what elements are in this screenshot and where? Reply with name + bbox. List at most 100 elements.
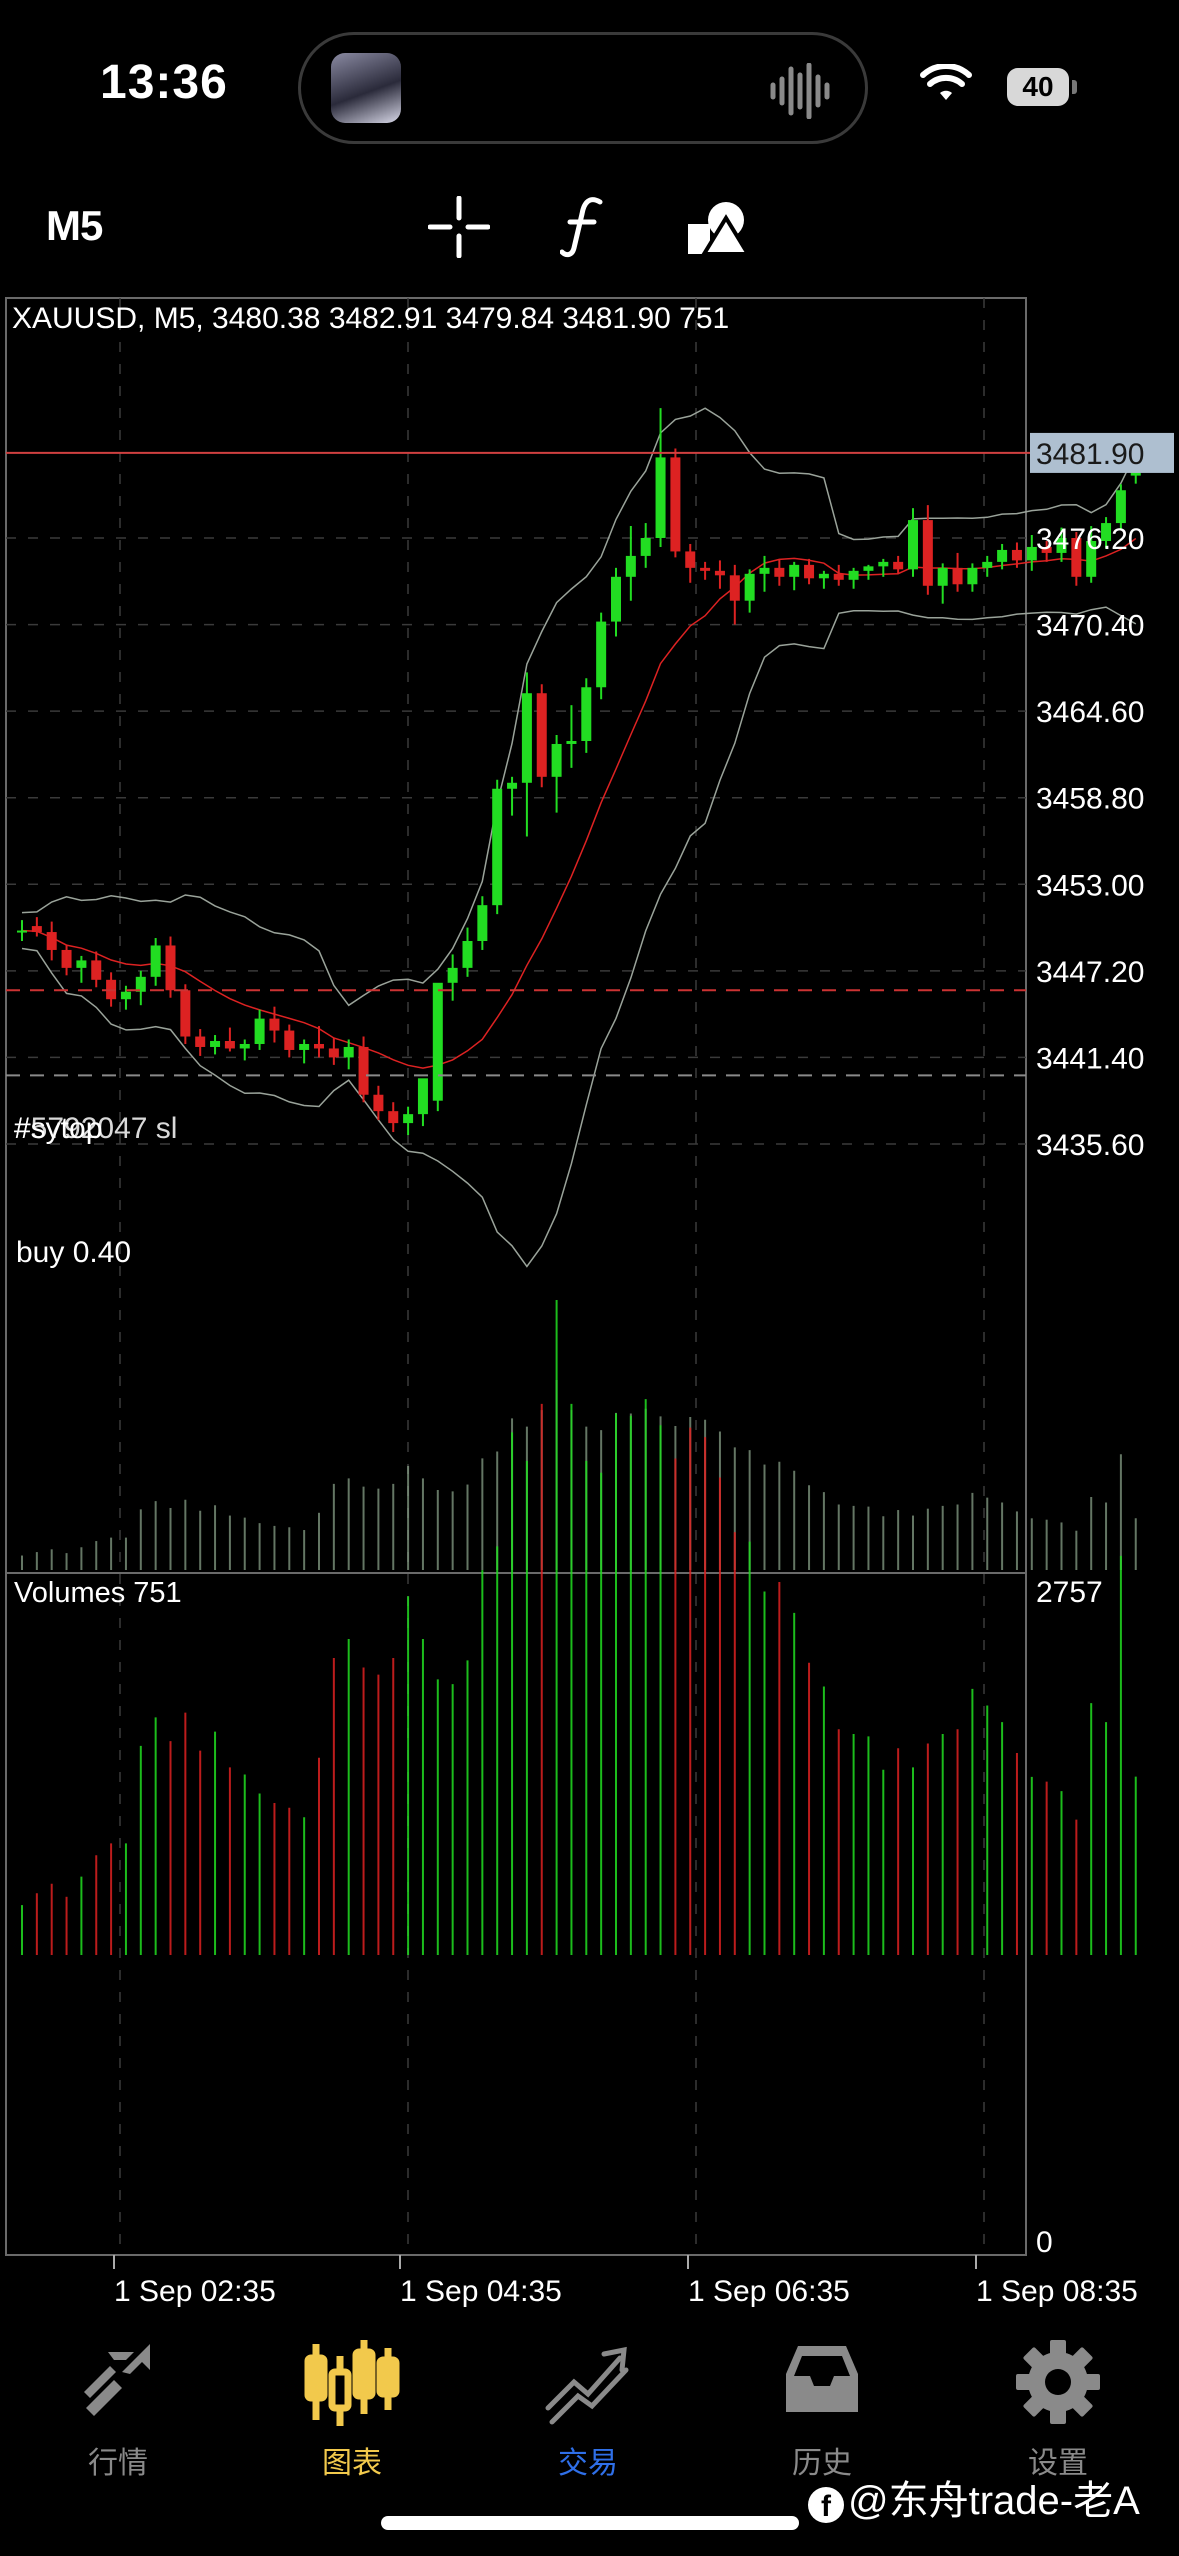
- candle: [477, 896, 488, 950]
- tab-trade[interactable]: 交易: [518, 2330, 658, 2480]
- candle-body: [759, 567, 770, 574]
- candle: [685, 543, 696, 583]
- candle-body: [655, 457, 666, 538]
- candle-body: [997, 549, 1008, 562]
- volume-bars: [21, 1300, 1137, 1955]
- candle: [848, 567, 859, 589]
- timeframe-button[interactable]: M5: [46, 202, 103, 250]
- status-bar: 13:36 40: [0, 0, 1179, 160]
- candle: [269, 1006, 280, 1043]
- candle: [700, 561, 711, 580]
- price-axis-label: 3447.20: [1036, 956, 1144, 989]
- main-chart-frame: [5, 297, 1027, 1574]
- tab-settings[interactable]: 设置: [988, 2330, 1128, 2480]
- candle: [789, 561, 800, 591]
- candle-body: [818, 573, 829, 579]
- candle: [417, 1078, 428, 1127]
- candle: [774, 558, 785, 586]
- candle-body: [982, 561, 993, 568]
- candle: [507, 776, 518, 816]
- candle-body: [299, 1043, 310, 1050]
- price-axis-label: 3435.60: [1036, 1129, 1144, 1162]
- candle-body: [373, 1094, 384, 1112]
- candle: [299, 1039, 310, 1064]
- candle-body: [31, 926, 42, 933]
- candle-body: [269, 1018, 280, 1031]
- candle-body: [833, 573, 844, 580]
- time-axis: 1 Sep 02:35 1 Sep 04:35 1 Sep 06:35 1 Sep 0…: [113, 2255, 1138, 2308]
- candle: [952, 552, 963, 592]
- candle-body: [878, 561, 889, 567]
- price-axis: 3476.20 3470.40 3464.60 3458.80 3453.00 3447.…: [1036, 523, 1144, 1162]
- candle-body: [91, 960, 102, 980]
- candle: [804, 558, 815, 585]
- candle-body: [61, 949, 72, 968]
- candle: [135, 970, 146, 1006]
- candle: [536, 684, 547, 788]
- candle: [254, 1009, 265, 1050]
- candle-body: [670, 457, 681, 552]
- candle-body: [893, 561, 904, 570]
- dynamic-island[interactable]: [298, 32, 868, 144]
- overlay-volume-bars: [21, 1380, 1137, 1570]
- chart-icon: [304, 2340, 400, 2426]
- candle: [640, 523, 651, 568]
- tab-quotes[interactable]: 行情: [48, 2330, 188, 2480]
- candle: [982, 555, 993, 577]
- candle: [521, 672, 532, 837]
- home-indicator[interactable]: [381, 2516, 799, 2530]
- candle-body: [551, 743, 562, 777]
- wifi-icon: [920, 64, 972, 100]
- candle-body: [804, 564, 815, 579]
- candle: [893, 555, 904, 574]
- price-axis-label: 3441.40: [1036, 1042, 1144, 1075]
- candle: [91, 951, 102, 988]
- candle-body: [358, 1046, 369, 1095]
- candle-body: [120, 991, 131, 1000]
- function-icon[interactable]: [560, 194, 610, 260]
- now-playing-thumbnail: [331, 53, 401, 123]
- price-axis-label: 3453.00: [1036, 869, 1144, 902]
- history-icon: [786, 2346, 858, 2412]
- current-price-text: 3481.90: [1036, 438, 1144, 471]
- candle-body: [685, 551, 696, 568]
- volumes-label: Volumes 751: [14, 1577, 182, 1609]
- candle: [670, 448, 681, 558]
- candle: [551, 735, 562, 813]
- facebook-icon: f: [808, 2487, 844, 2523]
- trade-levels: [6, 989, 1026, 1077]
- tab-chart-label: 图表: [322, 2447, 382, 2480]
- candle-body: [937, 567, 948, 586]
- candle-body: [284, 1030, 295, 1050]
- price-axis-label: 3464.60: [1036, 696, 1144, 729]
- candle-body: [863, 566, 874, 571]
- candle-body: [165, 945, 176, 991]
- watermark-text: @东舟trade-老A: [848, 2479, 1140, 2523]
- candle-body: [343, 1046, 354, 1058]
- crosshair-icon[interactable]: [428, 196, 490, 258]
- time-axis-label: 1 Sep 04:35: [400, 2275, 562, 2308]
- tab-quotes-label: 行情: [88, 2447, 148, 2480]
- candle: [566, 705, 577, 768]
- quotes-icon: [84, 2344, 150, 2416]
- candle-body: [210, 1041, 221, 1047]
- candle-body: [447, 967, 458, 983]
- price-chart[interactable]: 3481.90 3476.20 3470.40 3464.60 3458.80 3453…: [0, 295, 1179, 2315]
- candle: [210, 1035, 221, 1055]
- candle-body: [254, 1018, 265, 1044]
- candle-body: [729, 575, 740, 601]
- objects-icon[interactable]: [684, 196, 750, 258]
- candle-body: [150, 945, 161, 977]
- watermark: f @东舟trade-老A: [808, 2468, 1140, 2526]
- tab-chart[interactable]: 图表: [282, 2330, 422, 2480]
- candle-body: [195, 1036, 206, 1047]
- tab-history[interactable]: 历史: [752, 2330, 892, 2480]
- candle-body: [536, 693, 547, 777]
- candle: [492, 779, 503, 915]
- lower-band: [21, 606, 1137, 1268]
- candle-body: [789, 564, 800, 577]
- candle-body: [774, 567, 785, 577]
- candle: [818, 570, 829, 589]
- order-label: buy 0.40: [16, 1236, 131, 1269]
- candle: [224, 1027, 235, 1052]
